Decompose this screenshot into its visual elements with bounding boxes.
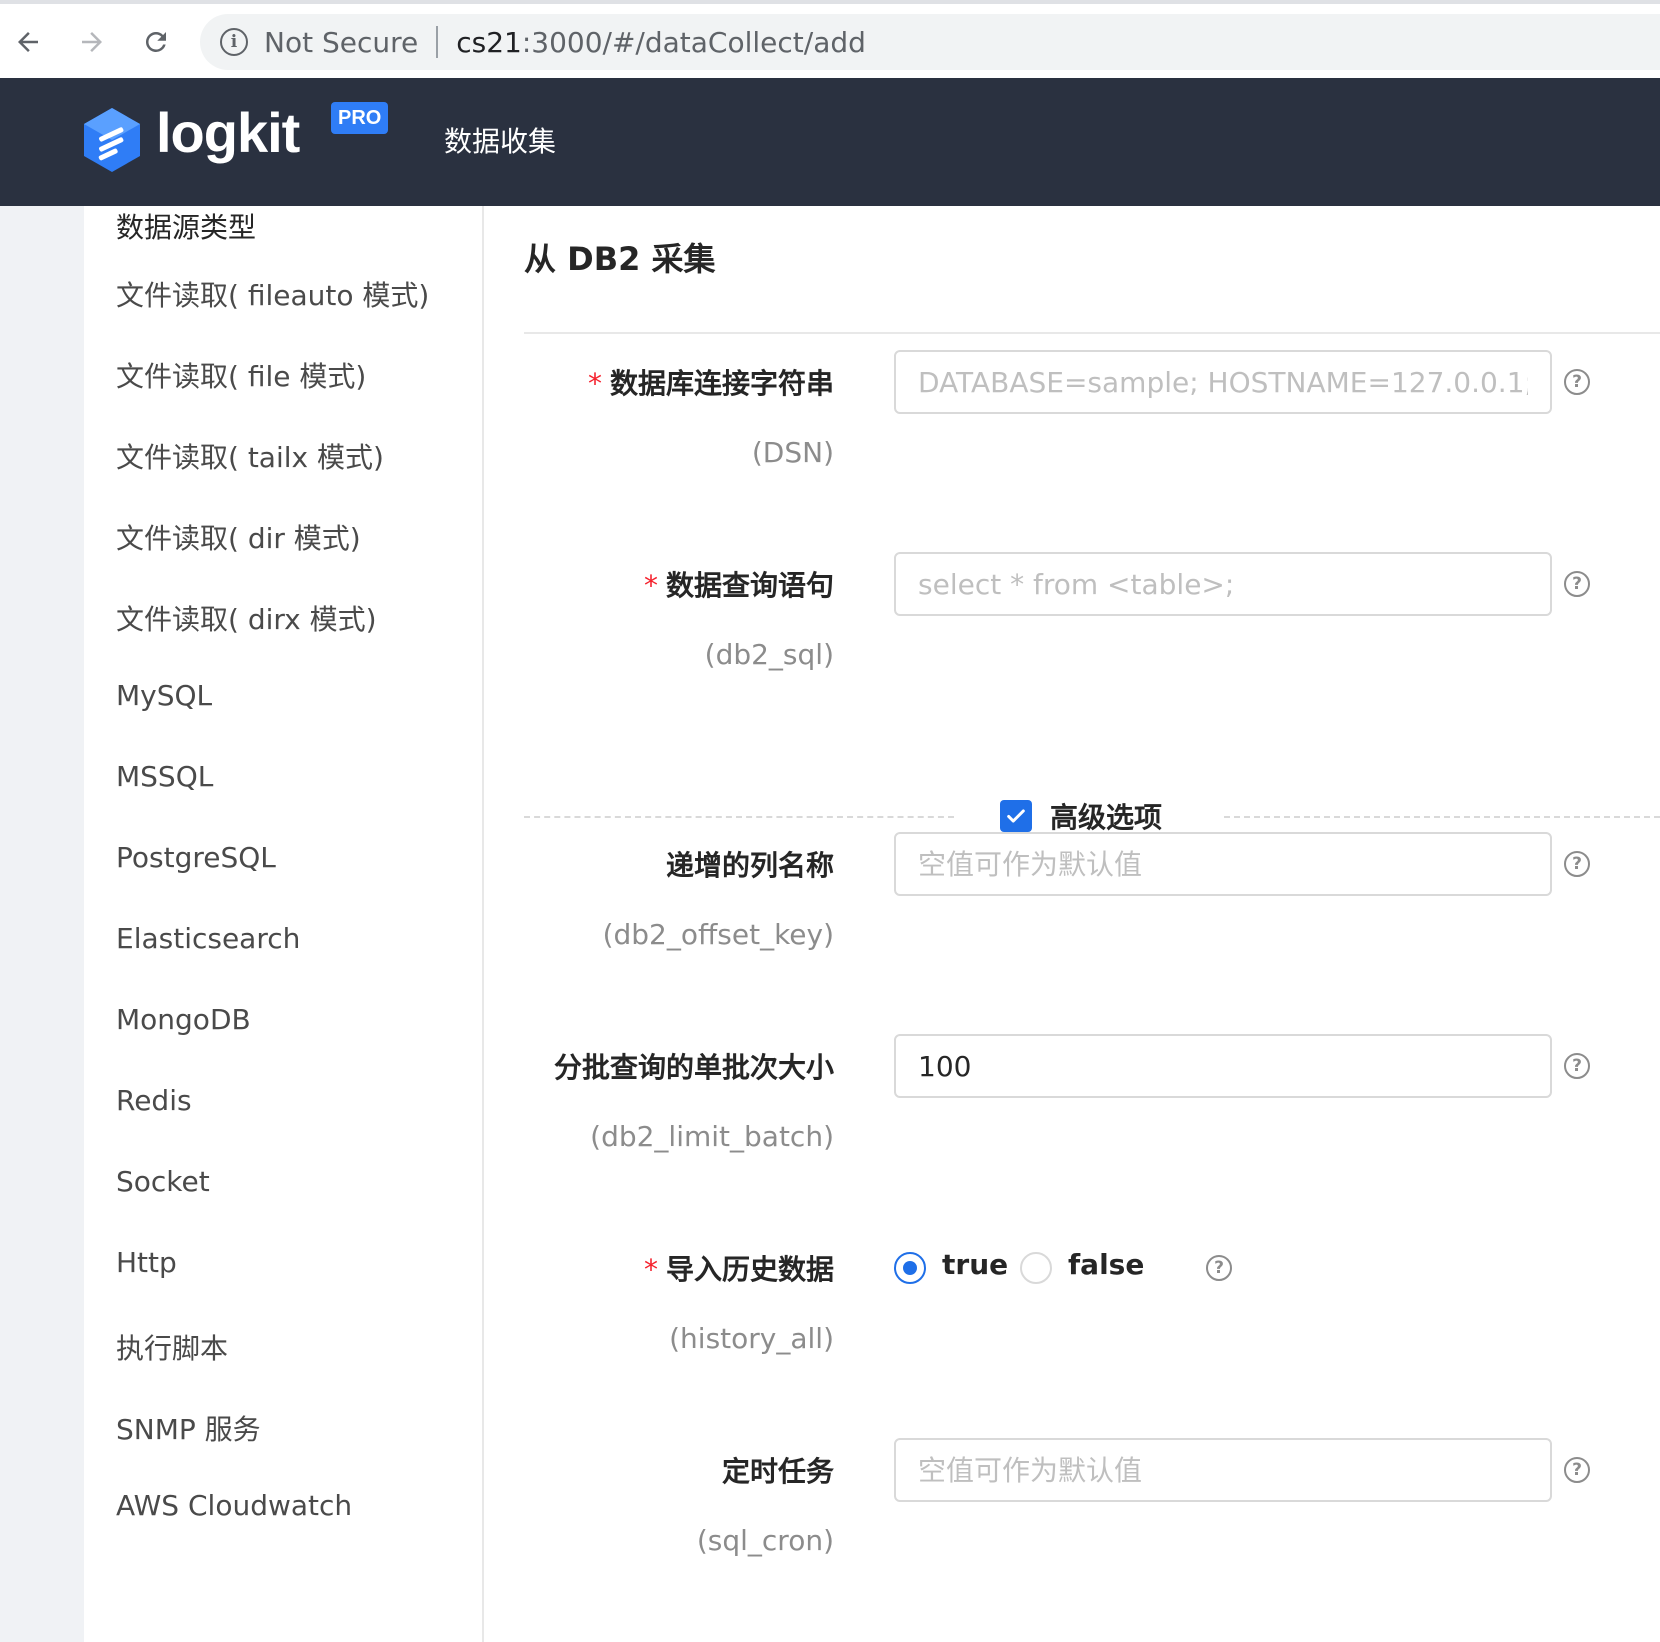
sidebar-item-elasticsearch[interactable]: Elasticsearch: [116, 922, 300, 955]
pro-badge: PRO: [331, 102, 389, 134]
sidebar-item-mssql[interactable]: MSSQL: [116, 760, 213, 793]
limit-batch-key: (db2_limit_batch): [590, 1120, 834, 1153]
page-title: 从 DB2 采集: [524, 240, 716, 278]
question-circle-icon[interactable]: ?: [1564, 1457, 1590, 1483]
limit-batch-input[interactable]: [894, 1034, 1552, 1098]
reload-icon: [145, 31, 166, 52]
datasource-sidebar: 数据源类型 文件读取( fileauto 模式) 文件读取( file 模式) …: [84, 206, 484, 1642]
sidebar-item-socket[interactable]: Socket: [116, 1165, 210, 1198]
sql-input[interactable]: [894, 552, 1552, 616]
limit-batch-label: 分批查询的单批次大小: [553, 1051, 834, 1084]
address-bar[interactable]: i Not Secure cs21:3000/#/dataCollect/add: [200, 14, 1660, 70]
info-icon[interactable]: i: [220, 28, 248, 56]
history-all-radio-true[interactable]: [894, 1252, 926, 1284]
browser-toolbar: i Not Secure cs21:3000/#/dataCollect/add: [0, 0, 1660, 78]
title-divider: [524, 332, 1660, 334]
sql-label: * 数据查询语句: [643, 569, 834, 602]
url-host: cs21: [456, 25, 522, 59]
address-separator: [436, 26, 439, 58]
required-mark: *: [587, 367, 602, 400]
offset-key-input[interactable]: [894, 832, 1552, 896]
offset-key-label: 递增的列名称: [665, 849, 834, 882]
sidebar-item-aws-cloudwatch[interactable]: AWS Cloudwatch: [116, 1489, 352, 1522]
sidebar-item-postgresql[interactable]: PostgreSQL: [116, 841, 276, 874]
security-label: Not Secure: [264, 25, 419, 59]
reload-button[interactable]: [136, 22, 176, 62]
advanced-divider-left: [524, 816, 954, 818]
question-circle-icon[interactable]: ?: [1564, 571, 1590, 597]
offset-key-key: (db2_offset_key): [602, 918, 834, 951]
arrow-left-icon: [18, 32, 38, 52]
sql-key: (db2_sql): [704, 638, 834, 671]
check-icon: [1007, 809, 1025, 823]
dsn-key: (DSN): [751, 436, 834, 469]
advanced-options-checkbox[interactable]: [1000, 800, 1032, 832]
question-circle-icon[interactable]: ?: [1564, 1053, 1590, 1079]
history-all-true-label[interactable]: true: [942, 1248, 1008, 1281]
question-circle-icon[interactable]: ?: [1206, 1255, 1232, 1281]
sidebar-item-fileauto[interactable]: 文件读取( fileauto 模式): [116, 274, 429, 314]
sidebar-item-script[interactable]: 执行脚本: [116, 1327, 228, 1367]
sidebar-item-http[interactable]: Http: [116, 1246, 177, 1279]
sidebar-item-snmp[interactable]: SNMP 服务: [116, 1408, 261, 1448]
dsn-input[interactable]: [894, 350, 1552, 414]
sql-cron-label: 定时任务: [721, 1455, 834, 1488]
arrow-right-icon: [82, 32, 102, 52]
sidebar-heading: 数据源类型: [116, 211, 257, 244]
sql-cron-input[interactable]: [894, 1438, 1552, 1502]
sidebar-item-dirx[interactable]: 文件读取( dirx 模式): [116, 598, 377, 638]
sidebar-item-mysql[interactable]: MySQL: [116, 679, 212, 712]
sidebar-item-mongodb[interactable]: MongoDB: [116, 1003, 251, 1036]
question-circle-icon[interactable]: ?: [1564, 369, 1590, 395]
back-button[interactable]: [8, 22, 48, 62]
history-all-radio-false[interactable]: [1020, 1252, 1052, 1284]
app-header: logkit PRO 数据收集: [0, 78, 1660, 206]
url-path: :3000/#/dataCollect/add: [521, 25, 866, 59]
forward-button[interactable]: [72, 22, 112, 62]
sidebar-item-file[interactable]: 文件读取( file 模式): [116, 355, 366, 395]
collector-form: 从 DB2 采集 *数据库连接字符串 (DSN) ? *数据查询语句 (db2_…: [484, 206, 1660, 1642]
nav-data-collect[interactable]: 数据收集: [444, 120, 556, 160]
advanced-divider-right: [1224, 816, 1660, 818]
sidebar-item-tailx[interactable]: 文件读取( tailx 模式): [116, 436, 384, 476]
question-circle-icon[interactable]: ?: [1564, 851, 1590, 877]
required-mark: *: [643, 1253, 658, 1286]
logo-text: logkit: [156, 101, 300, 164]
logkit-logo-icon: [84, 108, 140, 172]
required-mark: *: [643, 569, 658, 602]
advanced-options-label[interactable]: 高级选项: [1050, 796, 1162, 836]
history-all-false-label[interactable]: false: [1068, 1248, 1144, 1281]
sidebar-item-redis[interactable]: Redis: [116, 1084, 192, 1117]
history-all-label: * 导入历史数据: [643, 1253, 834, 1286]
sidebar-item-dir[interactable]: 文件读取( dir 模式): [116, 517, 361, 557]
history-all-key: (history_all): [669, 1322, 834, 1355]
dsn-label: * 数据库连接字符串: [587, 367, 834, 400]
sql-cron-key: (sql_cron): [696, 1524, 834, 1557]
